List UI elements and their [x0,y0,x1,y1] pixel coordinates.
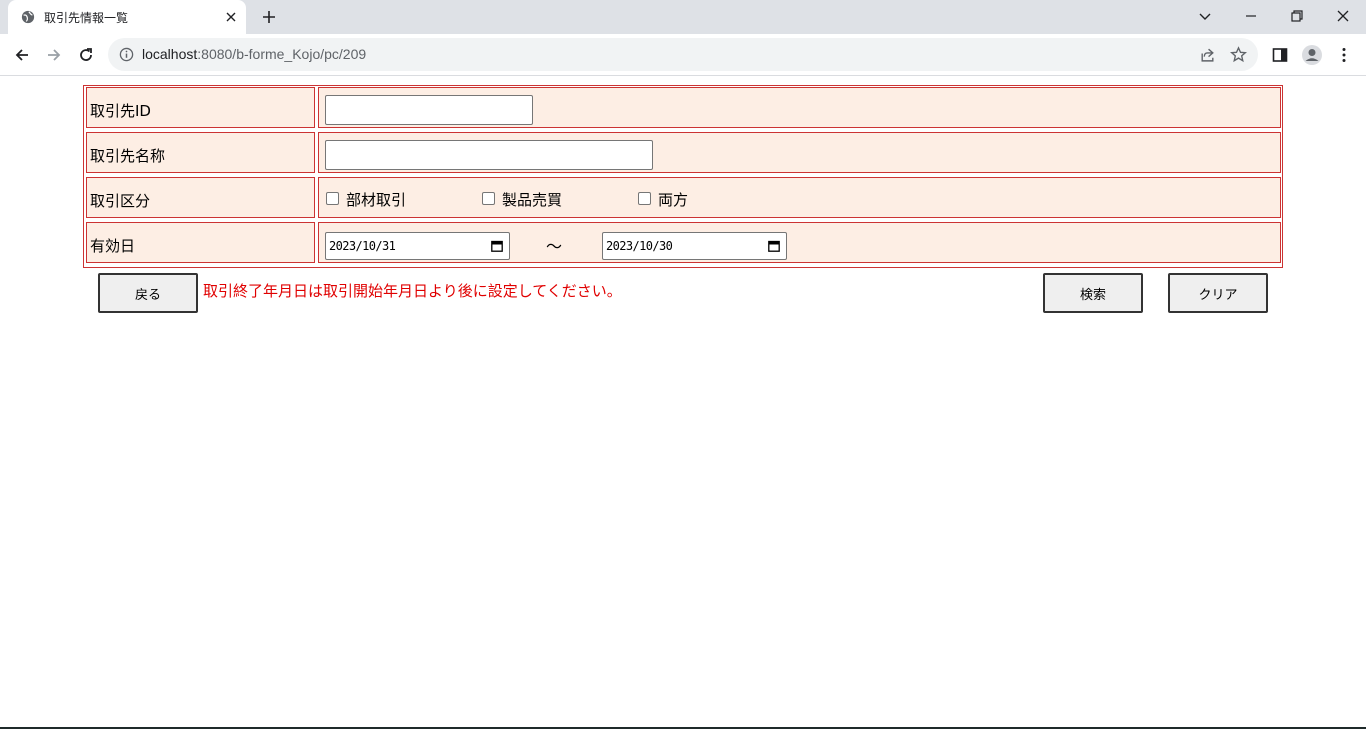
tab-title: 取引先情報一覧 [44,11,129,25]
checkbox-both-label[interactable]: 両方 [658,189,688,210]
checkbox-both[interactable] [638,192,651,205]
row-partner-id: 取引先ID [85,86,1281,129]
url-host: localhost [142,46,198,62]
label-cell: 取引先ID [86,87,315,128]
url-path: :8080/b-forme_Kojo/pc/209 [197,46,367,62]
partner-name-input[interactable] [325,140,653,170]
clear-button[interactable]: クリア [1168,273,1268,313]
effective-date-label: 有効日 [90,237,136,255]
value-cell: 部材取引 製品売買 両方 [318,177,1281,218]
browser-tab-active[interactable]: 取引先情報一覧 [8,0,246,34]
search-form-table: 取引先ID 取引先名称 取引区分 部材取引 製品売買 両方 有効日 2023/1… [83,85,1283,268]
address-bar[interactable]: localhost:8080/b-forme_Kojo/pc/209 [108,38,1258,71]
value-cell [318,87,1281,128]
date-from-input[interactable]: 2023/10/31 [325,232,510,260]
forward-arrow-icon[interactable] [45,46,63,64]
partner-id-input[interactable] [325,95,533,125]
partner-id-label: 取引先ID [90,102,151,120]
site-info-icon[interactable] [119,47,134,62]
close-tab-icon[interactable] [224,10,238,24]
date-from-value: 2023/10/31 [329,239,396,253]
back-arrow-icon[interactable] [13,46,31,64]
globe-icon [21,10,35,24]
calendar-icon[interactable] [768,240,780,252]
error-message: 取引終了年月日は取引開始年月日より後に設定してください。 [203,282,622,300]
profile-avatar-icon[interactable] [1301,44,1323,66]
search-button[interactable]: 検索 [1043,273,1143,313]
date-to-value: 2023/10/30 [606,239,673,253]
checkbox-parts-trade[interactable] [326,192,339,205]
reload-icon[interactable] [77,46,95,64]
share-icon[interactable] [1199,46,1216,63]
row-trade-type: 取引区分 部材取引 製品売買 両方 [85,176,1281,219]
tab-search-icon[interactable] [1197,8,1213,24]
browser-tabstrip: 取引先情報一覧 [0,0,1366,34]
restore-icon[interactable] [1289,8,1305,24]
calendar-icon[interactable] [491,240,503,252]
close-window-icon[interactable] [1335,8,1351,24]
date-to-input[interactable]: 2023/10/30 [602,232,787,260]
checkbox-parts-trade-label[interactable]: 部材取引 [346,189,406,210]
partner-name-label: 取引先名称 [90,147,166,165]
checkbox-product-sales[interactable] [482,192,495,205]
row-effective-date: 有効日 2023/10/31 ～ 2023/10/30 [85,221,1281,264]
bookmark-star-icon[interactable] [1230,46,1247,63]
value-cell: 2023/10/31 ～ 2023/10/30 [318,222,1281,263]
label-cell: 取引区分 [86,177,315,218]
trade-type-label: 取引区分 [90,192,151,210]
minimize-icon[interactable] [1243,8,1259,24]
checkbox-product-sales-label[interactable]: 製品売買 [502,189,562,210]
label-cell: 有効日 [86,222,315,263]
row-partner-name: 取引先名称 [85,131,1281,174]
url-text[interactable]: localhost:8080/b-forme_Kojo/pc/209 [142,46,366,62]
more-menu-icon[interactable] [1335,46,1353,64]
back-button[interactable]: 戻る [98,273,198,313]
browser-toolbar: localhost:8080/b-forme_Kojo/pc/209 [0,34,1366,76]
new-tab-icon[interactable] [261,9,277,25]
date-range-separator: ～ [546,237,563,256]
side-panel-icon[interactable] [1271,46,1289,64]
value-cell [318,132,1281,173]
label-cell: 取引先名称 [86,132,315,173]
